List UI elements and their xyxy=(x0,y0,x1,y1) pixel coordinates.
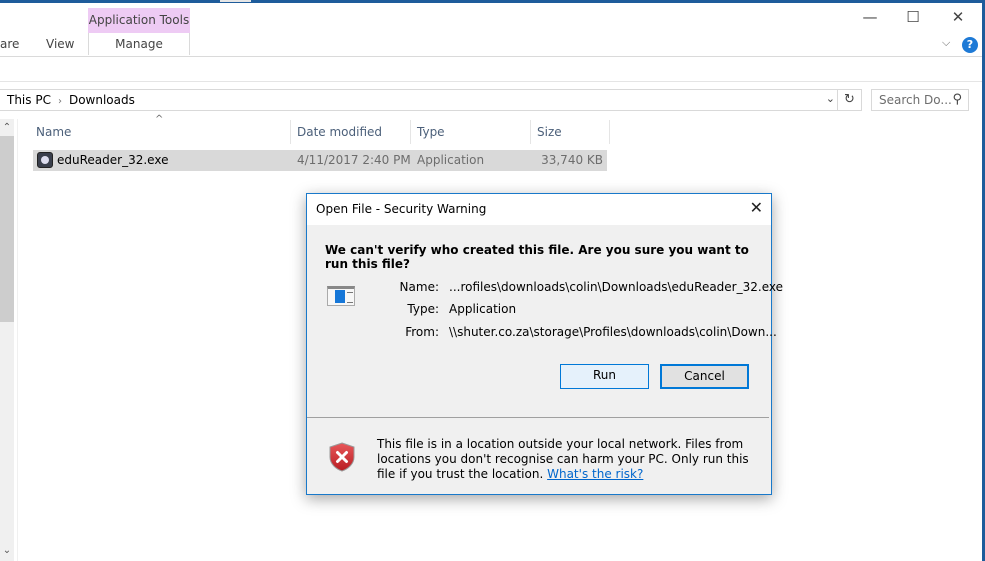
help-icon[interactable]: ? xyxy=(962,37,978,53)
refresh-icon[interactable]: ↻ xyxy=(837,90,861,110)
breadcrumb: This PC › Downloads xyxy=(7,93,135,107)
security-warning-dialog: Open File - Security Warning ✕ We can't … xyxy=(306,193,783,495)
column-divider[interactable] xyxy=(290,120,291,144)
tab-manage[interactable]: Manage xyxy=(88,33,190,55)
cancel-button[interactable]: Cancel xyxy=(660,364,749,389)
name-value: ...rofiles\downloads\colin\Downloads\edu… xyxy=(449,280,783,294)
file-name: eduReader_32.exe xyxy=(57,153,169,167)
tab-view[interactable]: View xyxy=(46,37,74,51)
nav-pane-scrollbar[interactable]: ⌃ ⌄ xyxy=(0,119,14,561)
column-header-name[interactable]: Name xyxy=(36,120,71,144)
type-value: Application xyxy=(449,302,517,316)
close-icon[interactable]: ✕ xyxy=(750,198,763,217)
file-date: 4/11/2017 2:40 PM xyxy=(297,153,411,167)
dialog-titlebar[interactable]: Open File - Security Warning ✕ xyxy=(307,194,771,225)
column-divider[interactable] xyxy=(609,120,610,144)
sort-ascending-icon: ^ xyxy=(155,114,164,125)
file-size: 33,740 KB xyxy=(541,153,603,167)
address-dropdown-icon[interactable]: ⌄ xyxy=(826,92,835,105)
run-button[interactable]: Run xyxy=(560,364,649,389)
scroll-up-icon[interactable]: ⌃ xyxy=(0,119,14,136)
maximize-button[interactable]: ☐ xyxy=(898,6,928,28)
column-divider[interactable] xyxy=(410,120,411,144)
breadcrumb-separator-icon[interactable]: › xyxy=(58,96,62,107)
dialog-title: Open File - Security Warning xyxy=(316,202,487,216)
window-top-border xyxy=(0,0,985,3)
from-label: From: xyxy=(405,325,439,339)
breadcrumb-downloads[interactable]: Downloads xyxy=(69,93,135,107)
application-tools-context-tab: Application Tools xyxy=(88,8,190,33)
scroll-thumb[interactable] xyxy=(0,136,14,322)
whats-the-risk-link[interactable]: What's the risk? xyxy=(547,467,643,481)
pane-divider xyxy=(17,119,18,561)
search-icon[interactable]: ⚲ xyxy=(952,92,962,107)
tab-share[interactable]: are xyxy=(0,37,19,51)
minimize-button[interactable]: — xyxy=(855,6,885,28)
ribbon-bottom-divider xyxy=(0,81,982,82)
close-window-button[interactable]: ✕ xyxy=(943,6,973,28)
file-type: Application xyxy=(417,153,485,167)
column-header-type[interactable]: Type xyxy=(417,120,445,144)
exe-file-icon xyxy=(37,152,53,168)
type-label: Type: xyxy=(407,302,439,316)
breadcrumb-this-pc[interactable]: This PC xyxy=(7,93,51,107)
name-label: Name: xyxy=(399,280,439,294)
file-explorer-window: Application Tools are View Manage — ☐ ✕ … xyxy=(0,0,985,561)
dialog-divider xyxy=(307,417,769,418)
taskbar-thumb xyxy=(220,0,251,2)
warning-message: This file is in a location outside your … xyxy=(377,437,762,482)
ribbon-divider xyxy=(0,56,982,57)
column-header-size[interactable]: Size xyxy=(537,120,562,144)
scroll-down-icon[interactable]: ⌄ xyxy=(0,542,14,559)
address-bar[interactable]: This PC › Downloads ⌄ ↻ xyxy=(0,89,862,111)
column-header-date[interactable]: Date modified xyxy=(297,120,382,144)
from-value: \\shuter.co.za\storage\Profiles\download… xyxy=(449,325,777,339)
column-divider[interactable] xyxy=(530,120,531,144)
expand-ribbon-icon[interactable]: ⌵ xyxy=(942,36,950,50)
file-row[interactable]: eduReader_32.exe 4/11/2017 2:40 PM Appli… xyxy=(33,150,607,171)
dialog-heading: We can't verify who created this file. A… xyxy=(325,243,749,271)
search-input[interactable]: Search Do... ⚲ xyxy=(871,89,969,111)
shield-error-icon xyxy=(329,442,355,472)
search-placeholder: Search Do... xyxy=(879,93,952,107)
